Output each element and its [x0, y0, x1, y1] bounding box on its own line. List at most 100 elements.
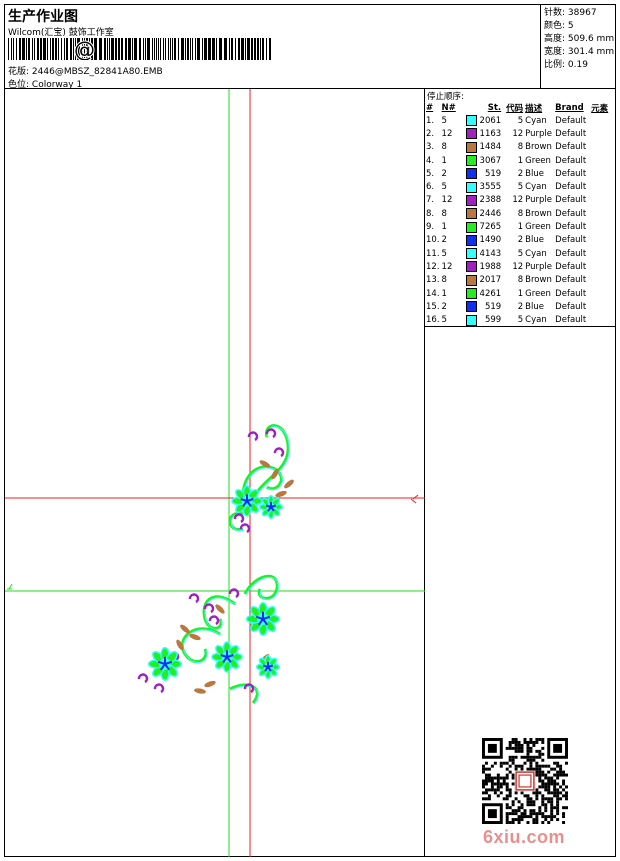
thread-brand: Default	[555, 115, 587, 126]
color-description: Cyan	[525, 248, 547, 259]
qr-code	[482, 738, 568, 824]
color-description: Green	[525, 155, 551, 166]
color-description: Purple	[525, 261, 553, 272]
thread-brand: Default	[555, 208, 587, 219]
row-number: 12.	[426, 261, 440, 272]
color-swatch	[465, 194, 477, 206]
thread-brand: Default	[555, 168, 587, 179]
color-code: 1	[517, 155, 524, 166]
color-description: Blue	[525, 235, 544, 246]
element-cell	[590, 287, 614, 300]
row-number: 11.	[426, 248, 440, 259]
table-row: 16. 5 599 5 Cyan Default	[425, 313, 614, 326]
color-description: Cyan	[525, 315, 547, 326]
stitch-count: 519	[484, 168, 502, 179]
color-swatch	[465, 221, 477, 233]
color-description: Cyan	[525, 115, 547, 126]
header-panel: 生产作业图 Wilcom(汇宝) 鼓饰工作室 @ 花版: 2446@MBSZ_8…	[5, 5, 541, 90]
color-description: Purple	[525, 195, 553, 206]
page-title: 生产作业图	[8, 9, 78, 25]
color-code: 12	[512, 195, 524, 206]
column-header	[465, 101, 479, 114]
column-header: St.	[487, 102, 502, 113]
color-swatch-cell	[465, 114, 479, 127]
table-row: 12. 12 1988 12 Purple Default	[425, 260, 614, 273]
color-code: 5	[517, 115, 524, 126]
needle-number: 2	[441, 235, 447, 246]
color-swatch	[465, 248, 477, 260]
barcode-image: @	[8, 38, 271, 60]
table-header-row: # N# St. 代码 描述 Brand 元素	[425, 101, 614, 114]
row-number: 15.	[426, 301, 440, 312]
color-swatch-cell	[465, 234, 479, 247]
color-swatch	[465, 155, 477, 167]
stop-sequence-panel: 停止顺序: # N# St. 代码 描述 Brand 元素 1. 5 2061 5 Cy…	[425, 89, 616, 327]
thread-brand: Default	[555, 182, 587, 193]
element-cell	[590, 247, 614, 260]
needle-number: 5	[441, 115, 447, 126]
stat-stitches: 针数: 38967	[544, 8, 597, 18]
color-swatch	[465, 168, 477, 180]
stitch-count: 2446	[479, 208, 502, 219]
table-row: 5. 2 519 2 Blue Default	[425, 167, 614, 180]
column-header: 描述	[525, 103, 543, 114]
color-swatch	[465, 181, 477, 193]
thread-brand: Default	[555, 315, 587, 326]
thread-brand: Default	[555, 155, 587, 166]
color-swatch-cell	[465, 180, 479, 193]
stitch-count: 1163	[479, 128, 502, 139]
needle-number: 1	[441, 222, 447, 233]
color-swatch-cell	[465, 154, 479, 167]
element-cell	[590, 167, 614, 180]
row-number: 9.	[426, 222, 435, 233]
element-cell	[590, 313, 614, 326]
table-row: 7. 12 2388 12 Purple Default	[425, 194, 614, 207]
color-swatch	[465, 301, 477, 313]
table-row: 14. 1 4261 1 Green Default	[425, 287, 614, 300]
color-swatch-cell	[465, 247, 479, 260]
element-cell	[590, 234, 614, 247]
needle-number: 5	[441, 182, 447, 193]
table-row: 1. 5 2061 5 Cyan Default	[425, 114, 614, 127]
color-code: 5	[517, 248, 524, 259]
element-cell	[590, 274, 614, 287]
color-description: Brown	[525, 208, 552, 219]
color-code: 12	[512, 261, 524, 272]
row-number: 3.	[426, 142, 435, 153]
element-cell	[590, 127, 614, 140]
embroidery-canvas	[5, 89, 425, 857]
row-number: 6.	[426, 182, 435, 193]
color-description: Green	[525, 288, 551, 299]
color-code: 2	[517, 168, 524, 179]
thread-brand: Default	[555, 248, 587, 259]
element-cell	[590, 154, 614, 167]
stitch-count: 1988	[479, 261, 502, 272]
worksheet-frame: 生产作业图 Wilcom(汇宝) 鼓饰工作室 @ 花版: 2446@MBSZ_8…	[4, 4, 616, 857]
color-swatch	[465, 141, 477, 153]
needle-number: 5	[441, 315, 447, 326]
svg-text:@: @	[74, 38, 95, 60]
stitch-count: 2388	[479, 195, 502, 206]
table-row: 13. 8 2017 8 Brown Default	[425, 274, 614, 287]
stat-scale: 比例: 0.19	[544, 60, 588, 70]
needle-number: 8	[441, 208, 447, 219]
element-cell	[590, 260, 614, 273]
row-number: 2.	[426, 128, 435, 139]
stitch-count: 3555	[479, 182, 502, 193]
stitch-count: 599	[484, 315, 502, 326]
table-row: 11. 5 4143 5 Cyan Default	[425, 247, 614, 260]
color-code: 2	[517, 301, 524, 312]
color-code: 2	[517, 235, 524, 246]
column-header: 元素	[591, 103, 609, 114]
thread-brand: Default	[555, 142, 587, 153]
thread-brand: Default	[555, 195, 587, 206]
color-swatch-cell	[465, 220, 479, 233]
color-swatch-cell	[465, 194, 479, 207]
color-swatch-cell	[465, 141, 479, 154]
needle-number: 1	[441, 288, 447, 299]
element-cell	[590, 114, 614, 127]
color-code: 1	[517, 222, 524, 233]
column-header: Brand	[555, 102, 584, 113]
color-code: 8	[517, 208, 524, 219]
stitch-count: 1490	[479, 235, 502, 246]
